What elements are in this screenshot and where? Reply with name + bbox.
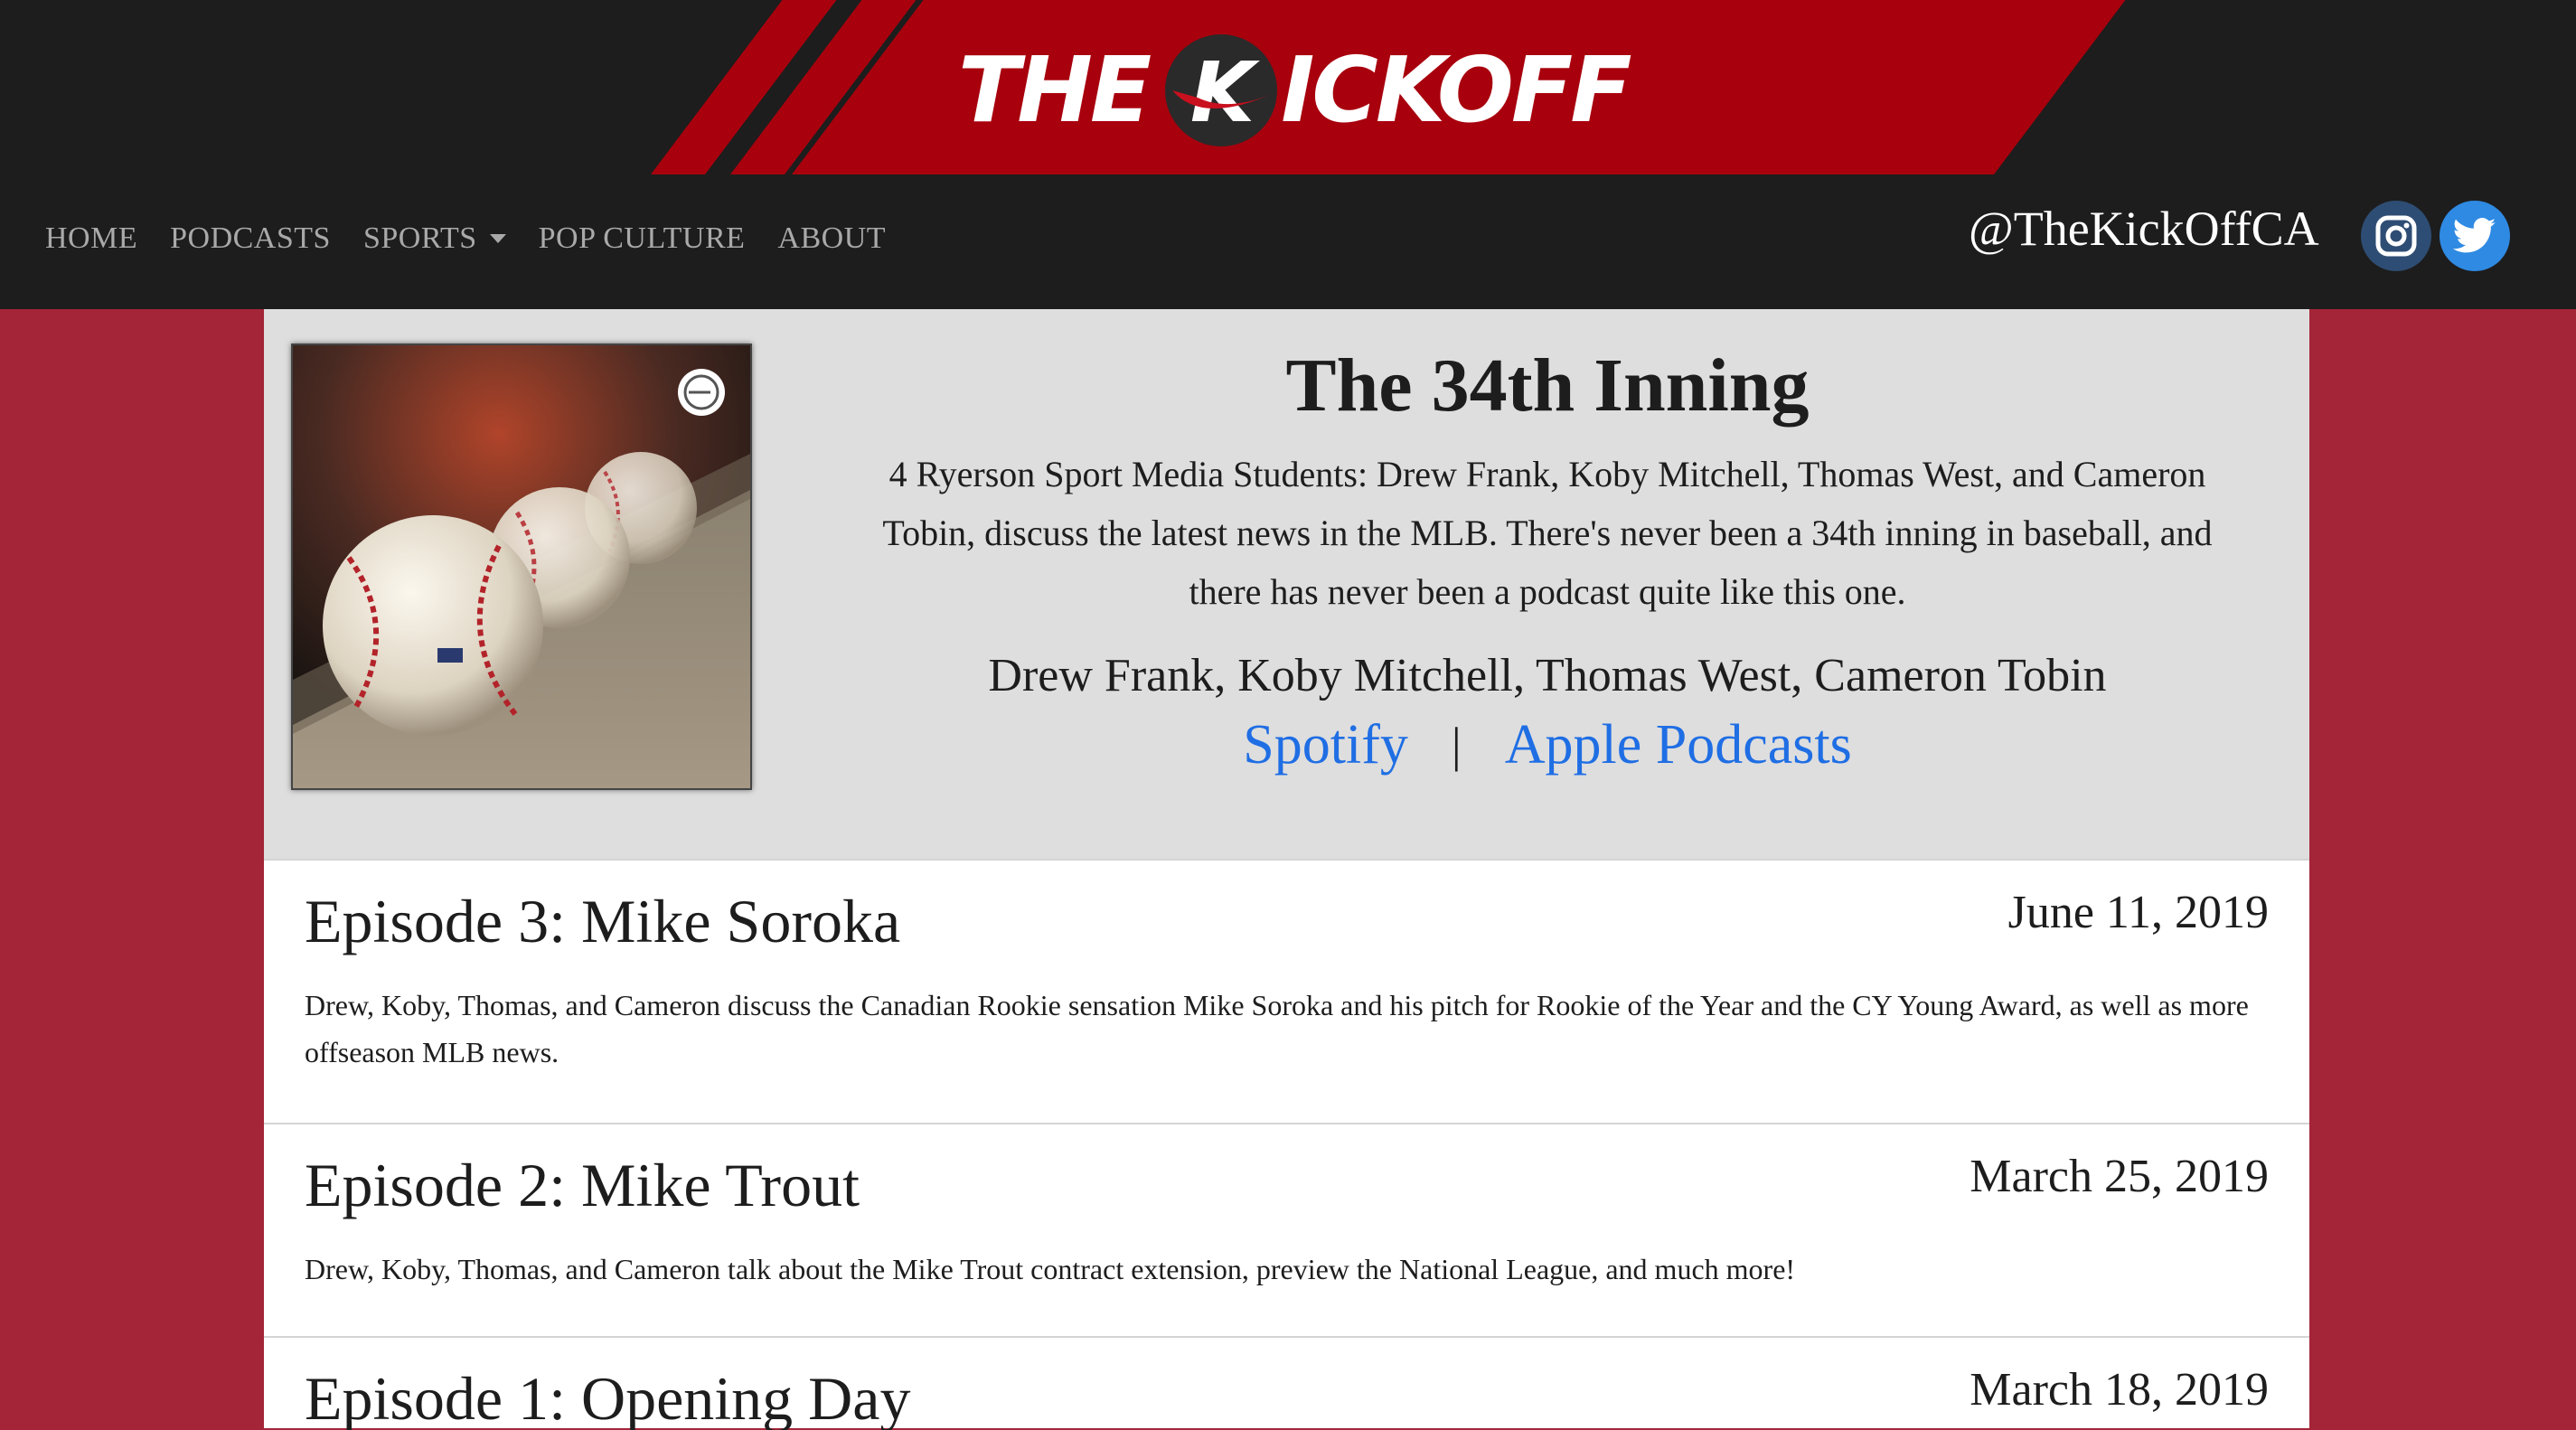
episode-title[interactable]: Episode 3: Mike Soroka (305, 886, 900, 957)
nav-item-label: PODCASTS (170, 221, 331, 255)
link-separator: | (1451, 717, 1462, 772)
episode-description: Drew, Koby, Thomas, and Cameron discuss … (305, 989, 2249, 1068)
twitter-icon (2453, 218, 2496, 253)
instagram-icon (2375, 215, 2417, 257)
logo-text-left: THE (958, 37, 1152, 143)
nav-item-label: SPORTS (362, 221, 477, 255)
episode-item[interactable]: Episode 3: Mike Soroka June 11, 2019 Dre… (264, 859, 2309, 1124)
nav-item-label: ABOUT (777, 221, 887, 255)
episode-date: March 25, 2019 (1970, 1151, 2269, 1202)
episode-date: March 18, 2019 (1970, 1364, 2269, 1416)
podcast-page-card: The 34th Inning 4 Ryerson Sport Media St… (264, 309, 2309, 1430)
episode-date: June 11, 2019 (2007, 887, 2269, 938)
logo-ball-letter: K (1190, 44, 1260, 141)
podcast-info-panel: The 34th Inning 4 Ryerson Sport Media St… (264, 309, 2309, 859)
podcast-title: The 34th Inning (1285, 343, 1810, 428)
nav-item-label: HOME (45, 221, 138, 255)
podcast-details: The 34th Inning 4 Ryerson Sport Media St… (824, 343, 2270, 776)
kickoff-ball-icon: K (1165, 34, 1278, 146)
social-handle[interactable]: @TheKickOffCA (1969, 201, 2319, 257)
caret-down-icon (489, 234, 506, 243)
episode-description: Drew, Koby, Thomas, and Cameron talk abo… (305, 1253, 1796, 1285)
episode-title[interactable]: Episode 2: Mike Trout (305, 1150, 860, 1221)
anchor-podcast-icon (678, 369, 725, 416)
episode-item[interactable]: Episode 1: Opening Day March 18, 2019 (264, 1336, 2309, 1430)
nav-item-sports[interactable]: SPORTS (363, 221, 506, 256)
nav-item-pop-culture[interactable]: POP CULTURE (539, 221, 746, 256)
site-header: THE K ICKOFF HOME PODCASTS SPORTS POP CU… (0, 0, 2576, 309)
episode-item[interactable]: Episode 2: Mike Trout March 25, 2019 Dre… (264, 1123, 2309, 1338)
podcast-cover-image (291, 343, 752, 790)
site-logo[interactable]: THE K ICKOFF (958, 34, 1632, 146)
twitter-button[interactable] (2440, 201, 2510, 271)
nav-item-podcasts[interactable]: PODCASTS (170, 221, 331, 256)
apple-podcasts-link[interactable]: Apple Podcasts (1505, 714, 1852, 776)
nav-item-label: POP CULTURE (538, 221, 746, 255)
episode-title[interactable]: Episode 1: Opening Day (305, 1363, 910, 1430)
instagram-button[interactable] (2361, 201, 2431, 271)
podcast-hosts: Drew Frank, Koby Mitchell, Thomas West, … (988, 650, 2107, 702)
spotify-link[interactable]: Spotify (1243, 714, 1408, 776)
nav-item-about[interactable]: ABOUT (777, 221, 886, 256)
logo-text-right: ICKOFF (1281, 37, 1631, 143)
podcast-links: Spotify | Apple Podcasts (824, 714, 2270, 776)
main-nav: HOME PODCASTS SPORTS POP CULTURE ABOUT (45, 221, 918, 256)
podcast-description: 4 Ryerson Sport Media Students: Drew Fra… (882, 454, 2213, 613)
nav-item-home[interactable]: HOME (45, 221, 137, 256)
